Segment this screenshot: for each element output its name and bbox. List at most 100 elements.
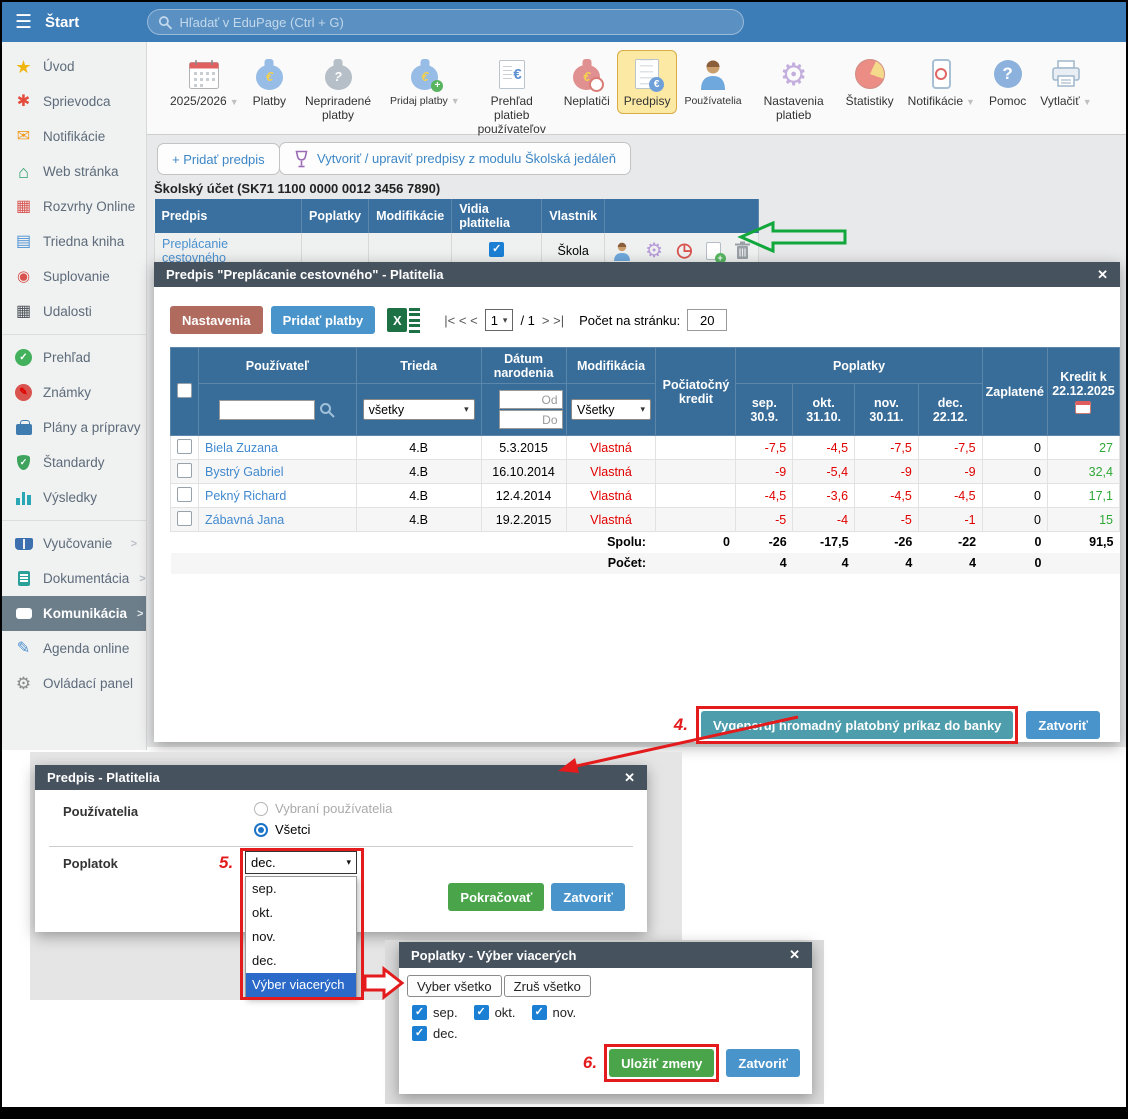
poplatok-select[interactable]: dec.▾ [245,851,357,874]
payer-name-link[interactable]: Pekný Richard [205,489,286,503]
dropdown-option-nov[interactable]: nov. [246,925,356,949]
close-icon[interactable]: ✕ [789,947,800,963]
toolbar-notifikacie[interactable]: Notifikácie▼ [901,50,982,114]
toolbar-pridaj-platby[interactable]: € Pridaj platby▼ [383,50,467,112]
row-checkbox[interactable] [177,439,192,454]
home-icon: ⌂ [14,162,33,181]
sidebar-item-uvod[interactable]: ★Úvod [2,49,146,84]
generate-bank-order-button[interactable]: Vygeneruj hromadný platobný príkaz do ba… [701,711,1013,739]
sidebar-item-prehlad[interactable]: ✓Prehľad [2,340,146,375]
dropdown-option-dec[interactable]: dec. [246,949,356,973]
toolbar-predpisy[interactable]: Predpisy [617,50,678,114]
sidebar-item-notifikacie[interactable]: ✉Notifikácie [2,119,146,154]
close-icon[interactable]: ✕ [1097,267,1108,283]
toolbar-label: Notifikácie [908,95,963,109]
payers-person-icon[interactable] [612,241,632,261]
canteen-predpisy-button[interactable]: Vytvoriť / upraviť predpisy z modulu Ško… [279,142,631,175]
predpis-link[interactable]: Preplácanie cestovného [162,237,228,265]
sidebar-item-label: Dokumentácia [43,571,129,586]
sidebar-item-plany[interactable]: Plány a prípravy [2,410,146,445]
toolbar-vytlacit[interactable]: Vytlačiť▼ [1033,50,1098,114]
page-select[interactable]: 1▾ [485,309,514,331]
close-button[interactable]: Zatvoriť [726,1049,800,1077]
dropdown-option-sep[interactable]: sep. [246,877,356,901]
toolbar-neplatici[interactable]: € Neplatiči [557,50,617,114]
sidebar-item-agenda[interactable]: ✎Agenda online [2,631,146,666]
sidebar-item-rozvrhy[interactable]: ▦Rozvrhy Online [2,189,146,224]
payer-name-link[interactable]: Bystrý Gabriel [205,465,284,479]
clear-all-button[interactable]: Zruš všetko [504,975,591,997]
dropdown-option-vyber-viacerych[interactable]: Výber viacerých [246,973,356,997]
payer-name-link[interactable]: Zábavná Jana [205,513,284,527]
pridat-platby-button[interactable]: Pridať platby [271,306,376,334]
row-checkbox[interactable] [177,463,192,478]
nastavenia-button[interactable]: Nastavenia [170,306,263,334]
sidebar-item-udalosti[interactable]: ▦Udalosti [2,294,146,329]
close-button[interactable]: Zatvoriť [1026,711,1100,739]
toolbar-statistiky[interactable]: Štatistiky [839,50,901,114]
payer-name-link[interactable]: Biela Zuzana [205,441,278,455]
user-icon [698,56,728,92]
modifikacia-select[interactable]: Všetky▾ [571,399,651,420]
payer-row: Biela Zuzana 4.B 5.3.2015 Vlastná -7,5 -… [171,436,1120,460]
radio-selected-users[interactable]: Vybraní používatelia [254,801,392,816]
date-from-input[interactable] [499,390,563,409]
hamburger-menu-icon[interactable]: ☰ [15,11,32,34]
dropdown-option-okt[interactable]: okt. [246,901,356,925]
sidebar-item-komunikacia[interactable]: Komunikácia> [2,596,146,631]
toolbar-nastavenia-platieb[interactable]: ⚙ Nastavenia platieb [749,50,839,128]
toolbar-pomoc[interactable]: ? Pomoc [982,50,1033,114]
select-all-checkbox[interactable] [177,383,192,398]
toolbar-pouzivatelia[interactable]: Používatelia [677,50,748,112]
sidebar-item-ovladaci-panel[interactable]: ⚙Ovládací panel [2,666,146,701]
sidebar-item-triedna-kniha[interactable]: ▤Triedna kniha [2,224,146,259]
checkbox-dec[interactable]: dec. [412,1026,458,1041]
row-checkbox[interactable] [177,487,192,502]
pagination-next-buttons[interactable]: > >| [542,313,564,328]
toolbar-school-year[interactable]: 2025/2026▼ [163,50,246,114]
filter-trieda: všetky▾ [356,384,481,436]
payments-toolbar: 2025/2026▼ € Platby ? Nepriradené platby… [147,42,1126,135]
checkbox-okt[interactable]: okt. [474,1005,516,1020]
sidebar-item-suplovanie[interactable]: ◉Suplovanie [2,259,146,294]
radio-all-users[interactable]: Všetci [254,822,310,837]
calendar-icon[interactable] [1075,401,1091,414]
predpis-settings-gear-icon[interactable]: ⚙ [645,241,663,261]
dropdown-arrow-icon: ▼ [451,96,460,106]
sidebar-item-standardy[interactable]: ✓Štandardy [2,445,146,480]
add-predpis-button[interactable]: + Pridať predpis [157,143,280,175]
search-icon[interactable] [319,402,335,418]
global-search[interactable] [147,9,744,35]
toolbar-nepriradene-platby[interactable]: ? Nepriradené platby [293,50,383,128]
toolbar-prehlad-platieb[interactable]: Prehľad platieb používateľov [467,50,557,141]
select-all-button[interactable]: Vyber všetko [407,975,502,997]
checkbox-nov[interactable]: nov. [532,1005,577,1020]
trieda-select[interactable]: všetky▾ [363,399,475,420]
toolbar-platby[interactable]: € Platby [246,50,293,114]
close-button[interactable]: Zatvoriť [551,883,625,911]
per-page-input[interactable] [687,309,727,331]
duplicate-document-icon[interactable] [706,242,721,260]
vidia-platitelia-checkbox[interactable] [489,242,504,257]
trash-icon[interactable] [734,241,751,260]
close-icon[interactable]: ✕ [624,770,635,786]
pagination-prev-buttons[interactable]: |< < < [444,313,477,328]
checkbox-sep[interactable]: sep. [412,1005,458,1020]
continue-button[interactable]: Pokračovať [448,883,544,911]
sidebar-item-znamky[interactable]: ✎Známky [2,375,146,410]
history-clock-icon[interactable]: ◷ [676,241,693,260]
col-vlastnik: Vlastník [542,199,605,233]
user-filter-input[interactable] [219,400,315,420]
sidebar-item-vyucovanie[interactable]: Vyučovanie> [2,526,146,561]
sidebar-item-web-stranka[interactable]: ⌂Web stránka [2,154,146,189]
row-checkbox[interactable] [177,511,192,526]
start-menu-button[interactable]: Štart [45,14,79,31]
excel-export-icon[interactable]: X [387,308,420,333]
search-input[interactable] [179,15,733,30]
col-predpis: Predpis [155,199,302,233]
sidebar-item-sprievodca[interactable]: ✱Sprievodca [2,84,146,119]
save-changes-button[interactable]: Uložiť zmeny [609,1049,714,1077]
date-to-input[interactable] [499,410,563,429]
sidebar-item-dokumentacia[interactable]: Dokumentácia> [2,561,146,596]
sidebar-item-vysledky[interactable]: Výsledky [2,480,146,515]
